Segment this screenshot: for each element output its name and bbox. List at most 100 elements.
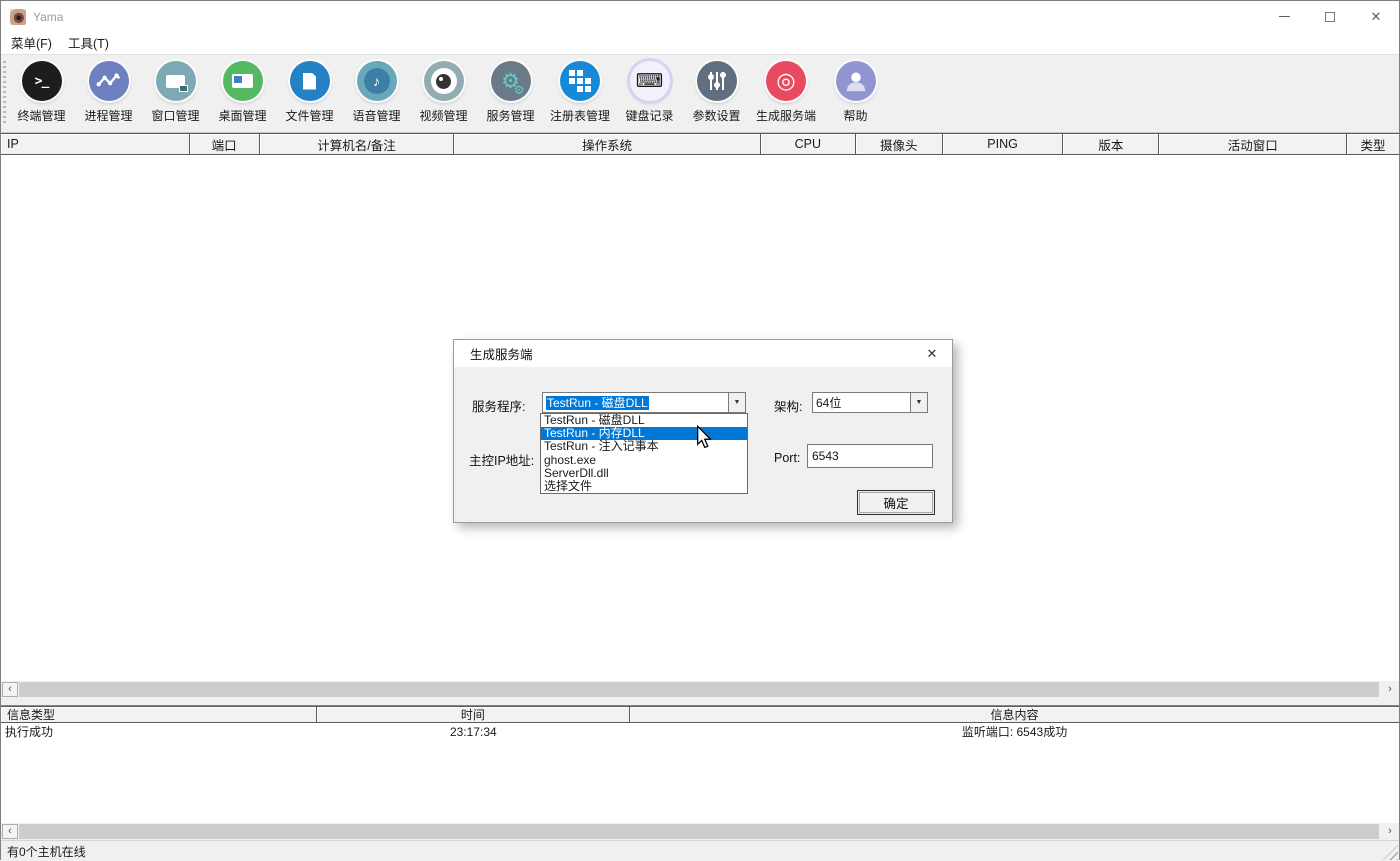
info-list-body: 执行成功 23:17:34 监听端口: 6543成功	[1, 723, 1399, 823]
toolbar-item-terminal[interactable]: >_ 终端管理	[8, 55, 75, 124]
toolbar-label: 窗口管理	[151, 107, 199, 124]
column-header-ping[interactable]: PING	[943, 134, 1064, 154]
resize-grip[interactable]	[1383, 845, 1398, 860]
toolbar-item-process[interactable]: 进程管理	[75, 55, 142, 124]
status-text: 有0个主机在线	[7, 843, 86, 860]
column-header-time[interactable]: 时间	[317, 707, 631, 722]
toolbar-label: 文件管理	[285, 107, 333, 124]
column-header-active-window[interactable]: 活动窗口	[1159, 134, 1347, 154]
mouse-cursor	[695, 425, 713, 452]
toolbar-item-help[interactable]: 帮助	[822, 55, 889, 124]
dropdown-item[interactable]: TestRun - 磁盘DLL	[541, 414, 747, 427]
info-content-cell: 监听端口: 6543成功	[630, 723, 1399, 740]
toolbar-item-registry[interactable]: 注册表管理	[544, 55, 616, 124]
close-icon: ✕	[1371, 9, 1382, 25]
toolbar-item-window[interactable]: 窗口管理	[142, 55, 209, 124]
toolbar-item-video[interactable]: 视频管理	[410, 55, 477, 124]
dropdown-item[interactable]: ServerDll.dll	[541, 467, 747, 480]
chevron-down-icon[interactable]: ▼	[910, 393, 927, 412]
toolbar-label: 服务管理	[486, 107, 534, 124]
toolbar-item-file[interactable]: 文件管理	[276, 55, 343, 124]
combobox-selected-value: TestRun - 磁盘DLL	[546, 396, 649, 410]
scroll-left-icon[interactable]: ‹	[2, 682, 18, 697]
service-program-dropdown-list: TestRun - 磁盘DLL TestRun - 内存DLL TestRun …	[540, 413, 748, 494]
scrollbar-thumb[interactable]	[19, 682, 1379, 697]
menu-item-tools[interactable]: 工具(T)	[62, 31, 119, 55]
toolbar-item-generate-server[interactable]: ◎ 生成服务端	[750, 55, 822, 124]
menu-bar: 菜单(F) 工具(T)	[1, 32, 1399, 54]
close-button[interactable]: ✕	[1353, 1, 1399, 32]
toolbar-label: 进程管理	[84, 107, 132, 124]
dropdown-item[interactable]: TestRun - 注入记事本	[541, 440, 747, 453]
scroll-right-icon[interactable]: ›	[1382, 824, 1398, 839]
chevron-down-icon[interactable]: ▼	[728, 393, 745, 412]
pane-splitter[interactable]	[1, 698, 1399, 706]
host-list-hscrollbar[interactable]: ‹ ›	[1, 681, 1399, 698]
dropdown-item[interactable]: 选择文件	[541, 480, 747, 493]
maximize-icon	[1325, 12, 1335, 22]
title-bar: Yama ✕	[1, 1, 1399, 32]
info-row[interactable]: 执行成功 23:17:34 监听端口: 6543成功	[1, 723, 1399, 740]
column-header-info-content[interactable]: 信息内容	[630, 707, 1399, 722]
port-input[interactable]	[807, 444, 933, 468]
toolbar-label: 视频管理	[419, 107, 467, 124]
column-header-info-type[interactable]: 信息类型	[1, 707, 317, 722]
info-type-cell: 执行成功	[1, 723, 317, 740]
toolbar-label: 帮助	[843, 107, 867, 124]
registry-icon	[560, 61, 600, 101]
column-header-version[interactable]: 版本	[1063, 134, 1159, 154]
info-time-cell: 23:17:34	[317, 725, 631, 739]
toolbar-item-audio[interactable]: ♪ 语音管理	[343, 55, 410, 124]
service-program-combobox[interactable]: TestRun - 磁盘DLL ▼	[542, 392, 746, 413]
toolbar-grip[interactable]	[3, 61, 6, 126]
dialog-title: 生成服务端	[470, 344, 533, 363]
dropdown-item[interactable]: ghost.exe	[541, 454, 747, 467]
settings-sliders-icon	[697, 61, 737, 101]
arch-combobox[interactable]: 64位 ▼	[812, 392, 928, 413]
info-list-hscrollbar[interactable]: ‹ ›	[1, 823, 1399, 840]
info-list-header: 信息类型 时间 信息内容	[1, 706, 1399, 723]
scroll-left-icon[interactable]: ‹	[2, 824, 18, 839]
dialog-title-bar: 生成服务端 ✕	[454, 340, 952, 367]
app-window: { "window": { "title": "Yama", "controls…	[0, 0, 1400, 860]
window-icon	[156, 61, 196, 101]
arch-label: 架构:	[774, 396, 802, 415]
toolbar-item-services[interactable]: ⚙ ⚙ 服务管理	[477, 55, 544, 124]
service-program-label: 服务程序:	[472, 396, 525, 415]
audio-icon: ♪	[357, 61, 397, 101]
host-list-header: IP 端口 计算机名/备注 操作系统 CPU 摄像头 PING 版本 活动窗口 …	[1, 133, 1399, 155]
toolbar-label: 桌面管理	[218, 107, 266, 124]
column-header-ip[interactable]: IP	[1, 134, 190, 154]
minimize-button[interactable]	[1261, 1, 1307, 32]
ok-button[interactable]: 确定	[857, 490, 935, 515]
maximize-button[interactable]	[1307, 1, 1353, 32]
column-header-computer-name[interactable]: 计算机名/备注	[260, 134, 455, 154]
toolbar-label: 语音管理	[352, 107, 400, 124]
dialog-close-button[interactable]: ✕	[912, 340, 952, 367]
toolbar-item-keylogger[interactable]: ⌨ 键盘记录	[616, 55, 683, 124]
port-label: Port:	[774, 451, 800, 465]
dropdown-item-highlighted[interactable]: TestRun - 内存DLL	[541, 427, 747, 440]
combobox-selected-value: 64位	[816, 396, 841, 410]
status-bar: 有0个主机在线	[1, 840, 1399, 861]
help-person-icon	[836, 61, 876, 101]
menu-item-main[interactable]: 菜单(F)	[5, 31, 62, 55]
app-icon	[10, 9, 26, 25]
column-header-type[interactable]: 类型	[1347, 134, 1399, 154]
column-header-os[interactable]: 操作系统	[454, 134, 761, 154]
toolbar-label: 终端管理	[17, 107, 65, 124]
scrollbar-thumb[interactable]	[19, 824, 1379, 839]
toolbar-item-settings[interactable]: 参数设置	[683, 55, 750, 124]
column-header-cpu[interactable]: CPU	[761, 134, 856, 154]
column-header-port[interactable]: 端口	[190, 134, 260, 154]
generate-server-icon: ◎	[766, 61, 806, 101]
close-icon: ✕	[927, 346, 938, 362]
column-header-camera[interactable]: 摄像头	[856, 134, 943, 154]
services-gear-icon: ⚙ ⚙	[491, 61, 531, 101]
video-eye-icon	[424, 61, 464, 101]
scroll-right-icon[interactable]: ›	[1382, 682, 1398, 697]
file-icon	[290, 61, 330, 101]
toolbar-item-desktop[interactable]: 桌面管理	[209, 55, 276, 124]
toolbar-label: 键盘记录	[625, 107, 673, 124]
toolbar: >_ 终端管理 进程管理 窗口管理 桌面管理 文件管理	[1, 54, 1399, 133]
